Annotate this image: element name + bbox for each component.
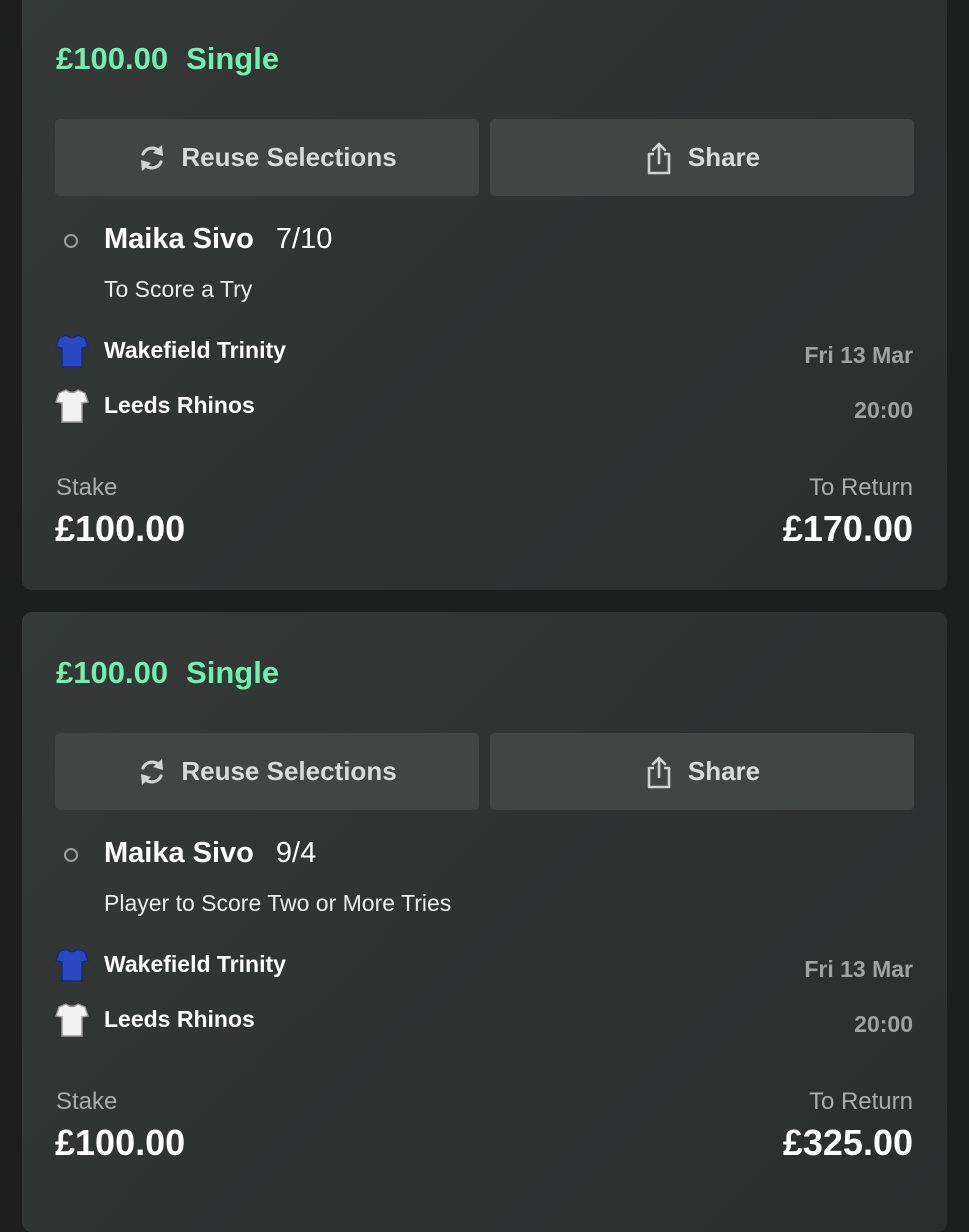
share-label: Share [687,756,761,786]
share-button[interactable]: Share [490,733,914,810]
to-return-label: To Return [808,1088,913,1115]
share-button[interactable]: Share [490,119,914,196]
reuse-selections-button[interactable]: Reuse Selections [55,119,479,196]
radio-circle-icon [64,848,78,862]
to-return-value: £325.00 [782,1122,913,1163]
to-return-value: £170.00 [782,508,913,549]
radio-circle-icon [64,234,78,248]
away-team-name: Leeds Rhinos [104,1006,255,1032]
stake-value: £100.00 [55,1122,186,1163]
bet-card: £100.00 Single Reuse Selections Share Ma… [22,0,947,590]
bet-type: Single [186,655,280,690]
home-team-name: Wakefield Trinity [104,337,286,363]
bet-amount: £100.00 [56,655,169,690]
bet-header: £100.00 Single [56,41,279,77]
blue-shirt-icon [55,333,89,369]
stake-label: Stake [56,1088,118,1115]
refresh-icon [137,755,167,789]
share-label: Share [687,142,761,172]
refresh-icon [137,141,167,175]
share-icon [644,141,674,175]
selection-line: Maika Sivo 7/10 [104,223,332,256]
bet-type: Single [186,41,280,76]
market-name: Player to Score Two or More Tries [104,890,452,916]
event-time: 20:00 [854,1011,913,1037]
reuse-selections-button[interactable]: Reuse Selections [55,733,479,810]
reuse-selections-label: Reuse Selections [181,756,397,786]
bet-card: £100.00 Single Reuse Selections Share Ma… [22,612,947,1232]
away-team-name: Leeds Rhinos [104,392,255,418]
stake-label: Stake [56,474,118,501]
selection-name: Maika Sivo [104,223,254,255]
selection-name: Maika Sivo [104,837,254,869]
white-shirt-icon [55,1002,89,1038]
market-name: To Score a Try [104,276,253,302]
event-date: Fri 13 Mar [804,342,913,368]
bet-amount: £100.00 [56,41,169,76]
white-shirt-icon [55,388,89,424]
event-time: 20:00 [854,397,913,423]
reuse-selections-label: Reuse Selections [181,142,397,172]
to-return-label: To Return [808,474,913,501]
share-icon [644,755,674,789]
stake-value: £100.00 [55,508,186,549]
selection-odds: 7/10 [275,223,333,255]
home-team-name: Wakefield Trinity [104,951,286,977]
event-date: Fri 13 Mar [804,956,913,982]
selection-line: Maika Sivo 9/4 [104,837,316,870]
blue-shirt-icon [55,947,89,983]
bet-header: £100.00 Single [56,655,279,691]
selection-odds: 9/4 [275,837,317,869]
